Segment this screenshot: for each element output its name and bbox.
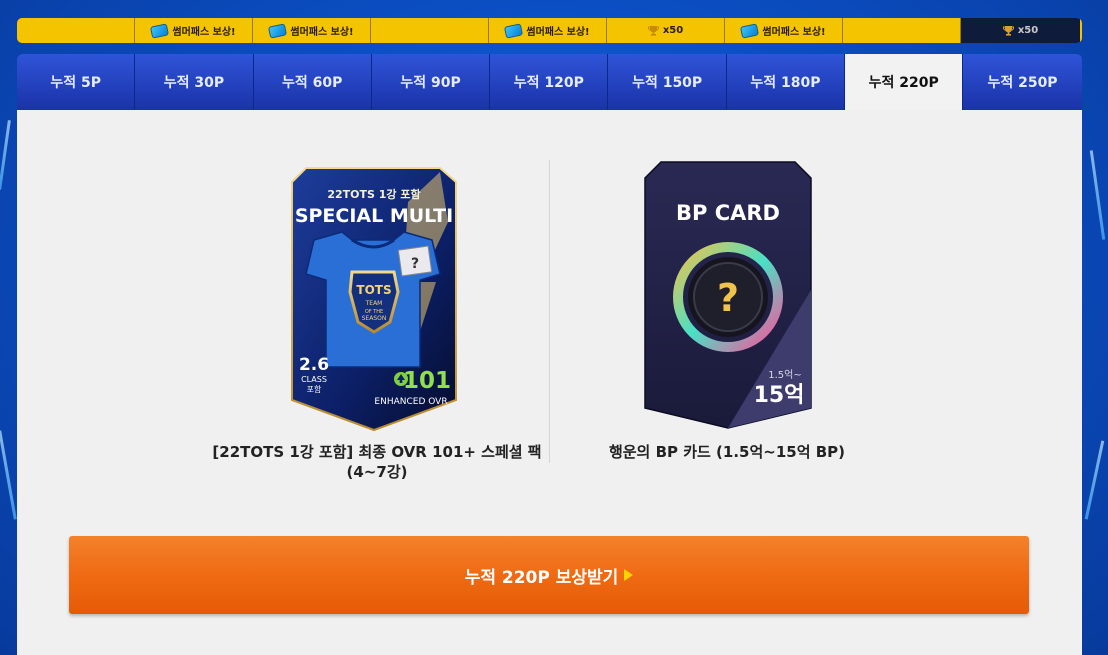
ticket-icon — [268, 22, 288, 39]
bp-range-big: 15억 — [754, 383, 805, 408]
tab-30p[interactable]: 누적 30P — [135, 54, 254, 110]
claim-reward-button[interactable]: 누적 220P 보상받기 — [69, 536, 1029, 614]
reward-cell: 썸머패스 보상! — [253, 18, 371, 43]
trophy-icon — [647, 25, 659, 36]
tab-180p[interactable]: 누적 180P — [726, 54, 846, 110]
tab-bar: 누적 5P 누적 30P 누적 60P 누적 90P 누적 120P 누적 15… — [17, 54, 1082, 110]
reward-caption: 행운의 BP 카드 (1.5억~15억 BP) — [608, 443, 846, 461]
class-number: 2.6 — [299, 355, 329, 375]
svg-text:?: ? — [411, 256, 419, 272]
divider — [549, 160, 550, 463]
card-title: SPECIAL MULTI — [295, 205, 453, 227]
reward-label: 썸머패스 보상! — [526, 27, 590, 38]
reward-cell-locked: x50 — [961, 18, 1080, 43]
tab-60p[interactable]: 누적 60P — [253, 54, 372, 110]
reward-label: x50 — [662, 25, 684, 36]
tab-90p[interactable]: 누적 90P — [371, 54, 491, 110]
class-include: 포함 — [307, 385, 322, 394]
lightning-decoration — [0, 120, 11, 190]
ovr-value: 101 — [403, 368, 451, 394]
tab-150p[interactable]: 누적 150P — [608, 54, 727, 110]
class-label: CLASS — [301, 375, 327, 384]
reward-cell: 썸머패스 보상! — [135, 18, 253, 43]
card-subtitle: 22TOTS 1강 포함 — [327, 187, 420, 201]
tab-120p[interactable]: 누적 120P — [490, 54, 609, 110]
tab-250p[interactable]: 누적 250P — [963, 54, 1082, 110]
lightning-decoration — [1089, 150, 1106, 240]
reward-caption: [22TOTS 1강 포함] 최종 OVR 101+ 스페셜 팩 (4~7강) — [212, 443, 542, 481]
play-arrow-icon — [624, 569, 634, 581]
lightning-decoration — [0, 430, 17, 520]
reward-cell: x50 — [607, 18, 725, 43]
reward-cell: 썸머패스 보상! — [489, 18, 607, 43]
ovr-label: ENHANCED OVR — [374, 397, 447, 407]
bp-range-small: 1.5억~ — [768, 369, 801, 381]
ticket-icon — [150, 22, 170, 39]
reward-label: 썸머패스 보상! — [290, 27, 354, 38]
reward-cell — [843, 18, 961, 43]
badge-bottom: SEASON — [362, 315, 387, 322]
trophy-icon — [1002, 25, 1014, 36]
reward-label: 썸머패스 보상! — [762, 27, 826, 38]
question-mark-icon: ? — [717, 276, 739, 320]
lightning-decoration — [1084, 440, 1105, 520]
tab-220p[interactable]: 누적 220P — [845, 54, 964, 110]
card-title: BP CARD — [676, 201, 780, 225]
special-multi-pack-card: 22TOTS 1강 포함 SPECIAL MULTI ? TOTS TEAM O… — [291, 167, 457, 432]
reward-cell — [371, 18, 489, 43]
ticket-icon — [740, 22, 760, 39]
tab-5p[interactable]: 누적 5P — [17, 54, 136, 110]
reward-label: x50 — [1017, 25, 1039, 36]
reward-panel: 22TOTS 1강 포함 SPECIAL MULTI ? TOTS TEAM O… — [17, 110, 1082, 655]
reward-label: 썸머패스 보상! — [172, 27, 236, 38]
reward-cell: 썸머패스 보상! — [725, 18, 843, 43]
bp-card: BP CARD ? 1.5억~ 15억 — [644, 161, 812, 429]
reward-strip: 썸머패스 보상! 썸머패스 보상! 썸머패스 보상! x50 썸머패스 보상! … — [17, 18, 1082, 43]
badge-top: TOTS — [356, 283, 391, 297]
reward-cell — [17, 18, 135, 43]
claim-button-label: 누적 220P 보상받기 — [464, 567, 619, 588]
badge-mid: TEAM — [365, 300, 383, 307]
ticket-icon — [504, 22, 524, 39]
